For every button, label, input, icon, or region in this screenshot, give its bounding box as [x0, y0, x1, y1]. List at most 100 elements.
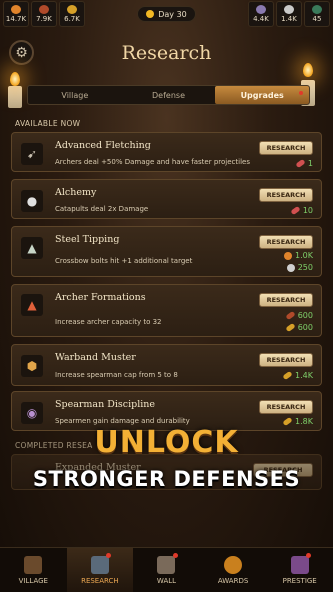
cost-value: 1	[307, 159, 313, 168]
research-card[interactable]: ➹ Advanced Fletching Archers deal +50% D…	[11, 132, 322, 172]
tab-village[interactable]: Village	[28, 86, 122, 104]
research-name: Advanced Fletching	[55, 140, 151, 151]
resource-value: 1.4K	[281, 15, 297, 23]
research-cost: 600	[285, 310, 313, 321]
nav-label: WALL	[156, 576, 177, 585]
resource-food[interactable]: 14.7K	[3, 1, 29, 27]
resource-stone[interactable]: 1.4K	[276, 1, 302, 27]
wood-cost-icon	[285, 310, 296, 321]
research-cost: 1	[295, 158, 313, 169]
arrowhead-icon: ▲	[21, 237, 43, 259]
cost-value: 1.4K	[295, 371, 313, 380]
crystal-icon	[256, 5, 266, 14]
nav-label: RESEARCH	[81, 576, 119, 585]
research-button[interactable]: RESEARCH	[259, 235, 313, 249]
tent-icon: ▲	[21, 294, 43, 316]
prestige-icon	[290, 555, 309, 574]
trophy-icon	[224, 555, 243, 574]
resource-crystal[interactable]: 4.4K	[248, 1, 274, 27]
resource-value: 45	[312, 15, 322, 23]
bottom-nav: VILLAGE RESEARCH WALL AWARDS PRESTIGE	[0, 547, 333, 592]
food-icon	[11, 5, 21, 14]
research-button[interactable]: RESEARCH	[259, 293, 313, 307]
promo-headline: UNLOCK	[94, 425, 239, 460]
resource-bar: 14.7K 7.9K 6.7K Day 30 4.4K 1.4K 45	[0, 0, 333, 28]
research-cost: 1.0K	[284, 251, 313, 260]
nav-prestige[interactable]: PRESTIGE	[266, 548, 333, 592]
resource-gold[interactable]: 6.7K	[59, 1, 85, 27]
resource-value: 4.4K	[253, 15, 269, 23]
tab-upgrades-label: Upgrades	[240, 90, 284, 100]
research-name: Steel Tipping	[55, 234, 120, 245]
gem-cost-icon	[295, 158, 306, 169]
village-icon	[24, 555, 43, 574]
research-cost: 10	[290, 205, 313, 216]
stone-icon	[284, 5, 294, 14]
notification-dot	[172, 553, 178, 558]
cost-value: 10	[302, 206, 313, 215]
research-button[interactable]: RESEARCH	[259, 400, 313, 414]
wood-icon	[39, 5, 49, 14]
wall-icon	[157, 555, 176, 574]
research-button[interactable]: RESEARCH	[259, 353, 313, 367]
research-desc: Crossbow bolts hit +1 additional target	[55, 257, 193, 265]
research-name: Spearman Discipline	[55, 399, 156, 410]
gold-cost-icon	[282, 370, 293, 381]
research-card[interactable]: ● Alchemy Catapults deal 2x Damage RESEA…	[11, 179, 322, 219]
promo-subheadline: STRONGER DEFENSES	[32, 467, 301, 491]
nav-wall[interactable]: WALL	[133, 548, 200, 592]
candle-right-flame	[303, 63, 313, 77]
research-name: Warband Muster	[55, 352, 136, 363]
gold-icon	[67, 5, 77, 14]
research-desc: Increase spearman cap from 5 to 8	[55, 371, 178, 379]
bomb-icon: ●	[21, 190, 43, 212]
shield-icon: ⬢	[21, 355, 43, 377]
research-desc: Archers deal +50% Damage and have faster…	[55, 158, 250, 166]
research-cost: 250	[286, 263, 313, 272]
tab-defense[interactable]: Defense	[122, 86, 216, 104]
nav-label: VILLAGE	[18, 576, 48, 585]
cost-value: 600	[297, 311, 313, 320]
candle-left-flame	[10, 72, 20, 86]
gold-cost-icon	[285, 322, 296, 333]
research-desc: Spearmen gain damage and durability	[55, 417, 190, 425]
cost-value: 600	[297, 323, 313, 332]
nav-label: PRESTIGE	[282, 576, 317, 585]
cost-value: 1.0K	[295, 251, 313, 260]
day-label: Day 30	[158, 9, 187, 19]
resource-wood[interactable]: 7.9K	[31, 1, 57, 27]
sun-icon	[146, 10, 155, 18]
research-desc: Catapults deal 2x Damage	[55, 205, 149, 213]
food-cost-icon	[284, 251, 293, 260]
stone-cost-icon	[286, 263, 295, 272]
research-card[interactable]: ⬢ Warband Muster Increase spearman cap f…	[11, 344, 322, 386]
notification-dot	[305, 553, 311, 558]
notification-dot	[106, 553, 112, 558]
nav-awards[interactable]: AWARDS	[200, 548, 267, 592]
research-book-icon	[90, 555, 109, 574]
resource-gem[interactable]: 45	[304, 1, 330, 27]
resource-value: 14.7K	[5, 15, 27, 23]
resource-value: 6.7K	[64, 15, 80, 23]
research-card[interactable]: ▲ Steel Tipping Crossbow bolts hit +1 ad…	[11, 226, 322, 277]
nav-research[interactable]: RESEARCH	[66, 548, 134, 592]
research-button[interactable]: RESEARCH	[259, 141, 313, 155]
research-cost: 600	[285, 322, 313, 333]
research-name: Alchemy	[55, 187, 97, 198]
research-button[interactable]: RESEARCH	[259, 188, 313, 202]
tab-upgrades[interactable]: Upgrades	[215, 86, 310, 104]
candle-left	[8, 86, 22, 108]
gem-cost-icon	[290, 205, 301, 216]
nav-village[interactable]: VILLAGE	[0, 548, 67, 592]
research-card[interactable]: ▲ Archer Formations Increase archer capa…	[11, 284, 322, 337]
nav-label: AWARDS	[217, 576, 249, 585]
arrow-icon: ➹	[21, 143, 43, 165]
resource-value: 7.9K	[36, 15, 52, 23]
cost-value: 250	[297, 263, 313, 272]
day-counter: Day 30	[137, 6, 196, 22]
research-name: Archer Formations	[55, 292, 146, 303]
section-available: AVAILABLE NOW	[15, 119, 81, 128]
gem-icon	[312, 5, 322, 14]
research-cost: 1.4K	[282, 370, 313, 381]
page-title: Research	[121, 42, 212, 64]
